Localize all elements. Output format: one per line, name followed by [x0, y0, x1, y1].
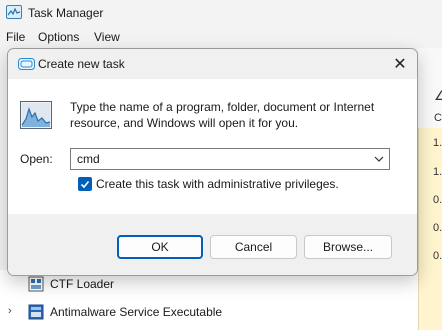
task-manager-menubar: File Options View	[0, 28, 442, 48]
cancel-button[interactable]: Cancel	[210, 235, 297, 259]
dialog-description: Type the name of a program, folder, docu…	[70, 100, 375, 130]
column-header-label[interactable]: C	[434, 112, 442, 124]
task-manager-title: Task Manager	[28, 6, 104, 20]
create-new-task-dialog: Create new task ✕ Type the name of a pro…	[7, 48, 418, 276]
antimalware-icon	[28, 304, 44, 320]
admin-privileges-checkbox[interactable]	[78, 177, 92, 191]
open-label: Open:	[20, 152, 53, 166]
process-name: Antimalware Service Executable	[50, 305, 223, 319]
cpu-cell: 0.	[433, 250, 442, 262]
run-dialog-icon	[18, 58, 35, 70]
menu-file[interactable]: File	[6, 30, 25, 44]
task-manager-titlebar: Task Manager	[0, 0, 442, 26]
process-list: CTF Loader › Antimalware Service Executa…	[0, 270, 418, 330]
task-manager-icon	[6, 5, 22, 19]
close-icon[interactable]: ✕	[389, 53, 411, 75]
dialog-body: Type the name of a program, folder, docu…	[8, 79, 417, 252]
cpu-cell: 1.	[433, 137, 442, 149]
open-input-value[interactable]: cmd	[77, 152, 100, 166]
process-row[interactable]: › Antimalware Service Executable	[0, 298, 418, 326]
dialog-titlebar[interactable]: Create new task ✕	[8, 49, 417, 79]
chevron-down-icon[interactable]	[373, 154, 385, 164]
browse-button[interactable]: Browse...	[304, 235, 392, 259]
admin-privileges-label[interactable]: Create this task with administrative pri…	[96, 177, 339, 191]
open-combobox[interactable]: cmd	[70, 148, 390, 170]
sort-arrow-icon[interactable]: ∠	[434, 88, 442, 104]
cpu-cell: 0.	[433, 194, 442, 206]
cpu-cell: 1.	[433, 166, 442, 178]
menu-view[interactable]: View	[94, 30, 120, 44]
ctf-loader-icon	[28, 276, 44, 292]
dialog-footer: OK Cancel Browse...	[8, 214, 417, 275]
checkmark-icon	[80, 180, 90, 189]
expand-chevron-icon[interactable]: ›	[8, 305, 12, 317]
ok-button[interactable]: OK	[117, 235, 203, 259]
cpu-cell: 0.	[433, 222, 442, 234]
menu-options[interactable]: Options	[38, 30, 79, 44]
dialog-title: Create new task	[38, 57, 125, 71]
process-name: CTF Loader	[50, 277, 115, 291]
task-manager-graph-icon	[20, 101, 52, 129]
